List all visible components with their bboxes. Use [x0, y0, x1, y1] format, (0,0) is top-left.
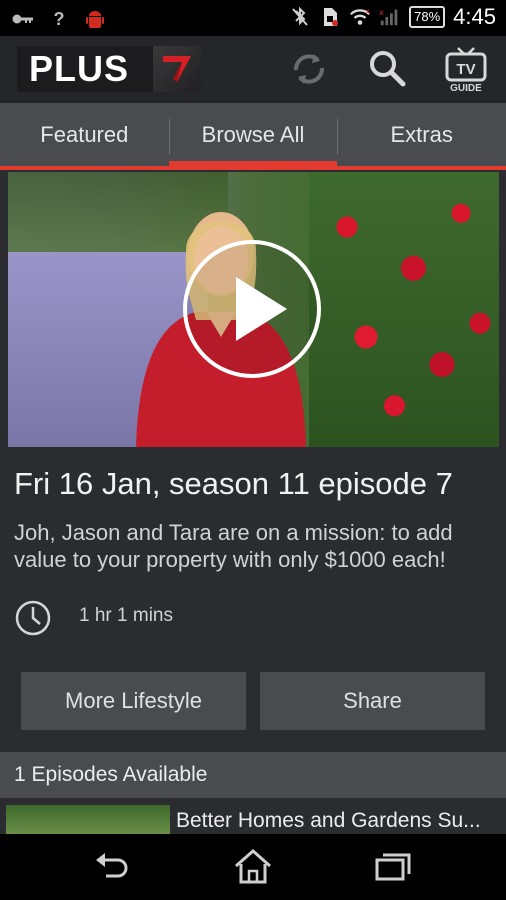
- status-bar: ? x x 78% 4:45: [0, 0, 506, 36]
- plus7-logo[interactable]: PLUS: [17, 46, 201, 92]
- more-lifestyle-button[interactable]: More Lifestyle: [21, 672, 246, 730]
- svg-text:TV: TV: [456, 61, 475, 78]
- home-icon[interactable]: [232, 848, 274, 886]
- list-item-title: Better Homes and Gardens Su...: [176, 809, 481, 832]
- key-icon: [12, 8, 34, 30]
- episode-title: Fri 16 Jan, season 11 episode 7: [14, 466, 453, 501]
- svg-text:x: x: [366, 7, 371, 15]
- play-icon: [236, 277, 287, 341]
- svg-text:GUIDE: GUIDE: [450, 83, 482, 94]
- list-item[interactable]: Better Homes and Gardens Su...: [0, 798, 506, 834]
- status-time: 4:45: [453, 4, 496, 29]
- android-icon: [84, 8, 106, 30]
- back-icon[interactable]: [92, 850, 132, 884]
- battery-icon: 78%: [409, 6, 446, 28]
- episodes-header: 1 Episodes Available: [0, 752, 506, 798]
- episodes-count: 1 Episodes Available: [14, 763, 208, 786]
- search-icon[interactable]: [366, 47, 408, 89]
- recent-apps-icon[interactable]: [374, 852, 412, 882]
- episode-description: Joh, Jason and Tara are on a mission: to…: [14, 520, 453, 572]
- tv-guide-icon[interactable]: TV GUIDE: [444, 44, 488, 94]
- seven-logo-icon: [153, 46, 201, 92]
- tab-bar: Featured Browse All Extras: [0, 103, 506, 170]
- play-button[interactable]: [183, 240, 321, 378]
- question-icon: ?: [53, 8, 65, 29]
- episode-duration: 1 hr 1 mins: [79, 605, 173, 626]
- sim-icon: [319, 6, 341, 28]
- system-nav-bar: [0, 834, 506, 900]
- bluetooth-off-icon: [289, 6, 311, 28]
- tab-browse-all[interactable]: Browse All: [168, 103, 338, 166]
- episode-thumbnail: [6, 805, 170, 834]
- refresh-icon[interactable]: [288, 48, 330, 90]
- wifi-icon: x: [349, 6, 371, 28]
- tab-featured[interactable]: Featured: [0, 103, 169, 166]
- share-button[interactable]: Share: [260, 672, 485, 730]
- signal-icon: x: [379, 6, 401, 28]
- logo-text: PLUS: [29, 48, 130, 89]
- video-player[interactable]: [8, 172, 499, 447]
- svg-text:x: x: [379, 7, 384, 17]
- clock-icon: [14, 599, 52, 637]
- video-background-roses: [309, 172, 499, 447]
- app-bar: PLUS TV GUIDE: [0, 36, 506, 103]
- tab-extras[interactable]: Extras: [337, 103, 506, 166]
